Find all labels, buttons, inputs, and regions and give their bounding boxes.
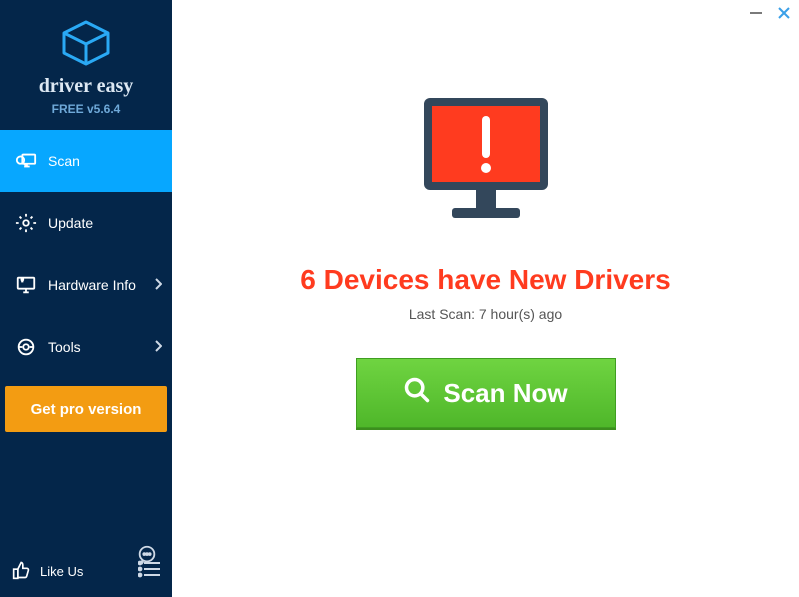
sidebar-nav: Scan Update i Hardware Info: [0, 130, 172, 378]
sidebar-item-tools[interactable]: Tools: [0, 316, 172, 378]
status-headline: 6 Devices have New Drivers: [300, 264, 670, 296]
sidebar-item-scan[interactable]: Scan: [0, 130, 172, 192]
thumbs-up-icon: [12, 560, 32, 583]
tools-icon: [14, 336, 38, 358]
sidebar-item-label: Hardware Info: [48, 277, 136, 293]
logo-cube-icon: [58, 18, 114, 71]
sidebar-item-update[interactable]: Update: [0, 192, 172, 254]
gear-refresh-icon: [14, 212, 38, 234]
sidebar-item-label: Scan: [48, 153, 80, 169]
chevron-right-icon: [154, 339, 162, 355]
headline-suffix: Devices have New Drivers: [316, 264, 671, 295]
device-count: 6: [300, 264, 316, 295]
brand-version: FREE v5.6.4: [52, 102, 121, 116]
brand-area: driver easy FREE v5.6.4: [0, 0, 172, 130]
last-scan-label: Last Scan: 7 hour(s) ago: [409, 306, 562, 322]
like-us-label: Like Us: [40, 564, 83, 579]
close-icon[interactable]: [777, 6, 791, 20]
scan-now-button[interactable]: Scan Now: [356, 358, 616, 428]
brand-name: driver easy: [39, 75, 134, 98]
get-pro-label: Get pro version: [31, 401, 142, 418]
minimize-icon[interactable]: [749, 6, 763, 20]
sidebar-footer: Like Us: [0, 550, 172, 597]
like-us-button[interactable]: Like Us: [12, 560, 83, 583]
sidebar: driver easy FREE v5.6.4 Scan Update: [0, 0, 172, 597]
monitor-info-icon: i: [14, 274, 38, 296]
alert-monitor-graphic: [411, 90, 561, 240]
sidebar-item-hardware-info[interactable]: i Hardware Info: [0, 254, 172, 316]
magnify-monitor-icon: [14, 150, 38, 172]
speech-bubble-icon[interactable]: [136, 544, 158, 571]
sidebar-item-label: Tools: [48, 339, 81, 355]
get-pro-button[interactable]: Get pro version: [5, 386, 167, 432]
sidebar-item-label: Update: [48, 215, 93, 231]
scan-now-label: Scan Now: [443, 378, 567, 409]
main-panel: 6 Devices have New Drivers Last Scan: 7 …: [172, 0, 799, 597]
magnify-icon: [403, 376, 431, 411]
chevron-right-icon: [154, 277, 162, 293]
